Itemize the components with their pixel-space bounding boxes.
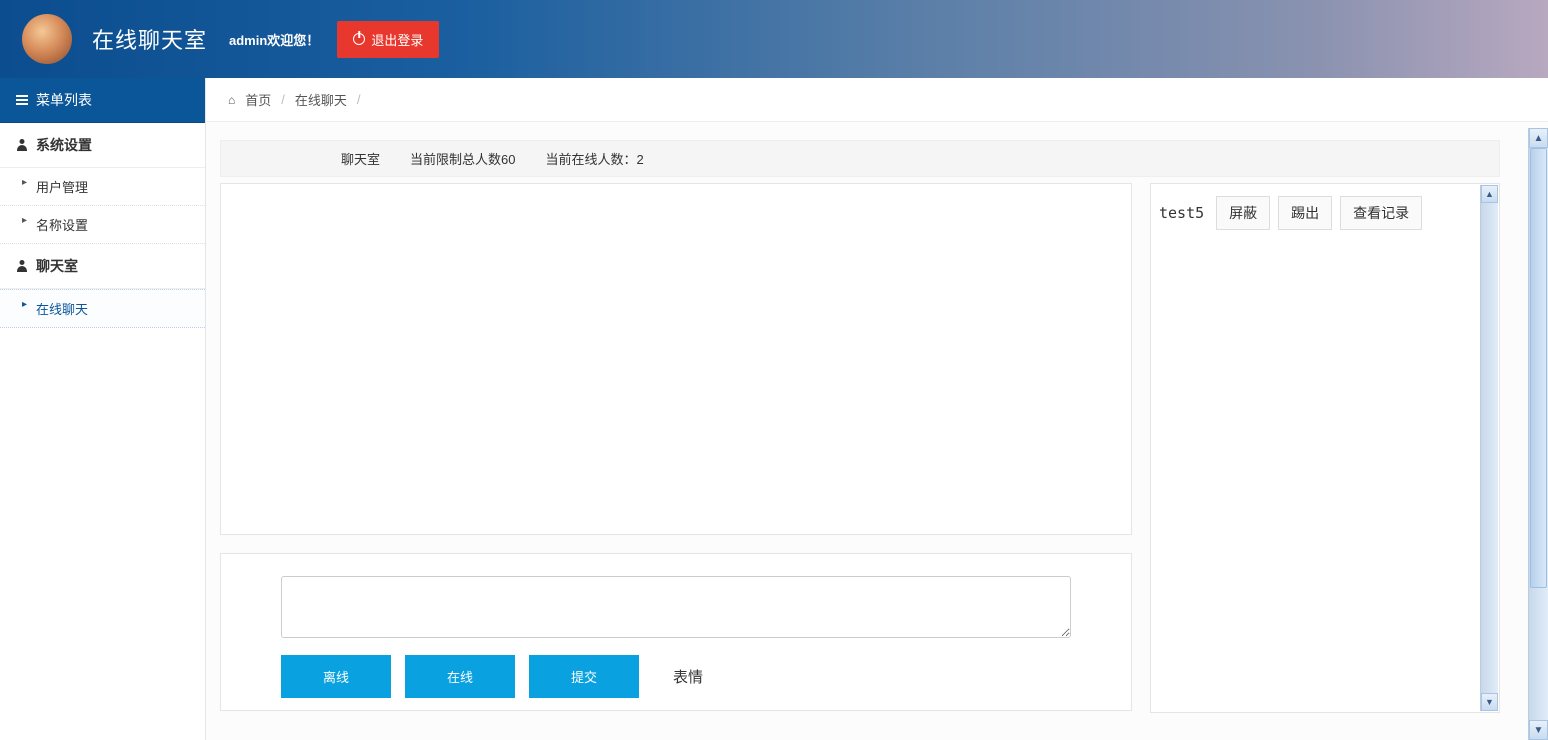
logout-button[interactable]: 退出登录 [337, 21, 439, 58]
kick-button[interactable]: 踢出 [1278, 196, 1332, 230]
chat-message-area [220, 183, 1132, 535]
scroll-down-icon[interactable]: ▼ [1529, 720, 1548, 740]
menu-item-label: 在线聊天 [36, 302, 88, 317]
power-icon [353, 33, 365, 45]
submit-button[interactable]: 提交 [529, 655, 639, 698]
block-button[interactable]: 屏蔽 [1216, 196, 1270, 230]
emoji-button[interactable]: 表情 [673, 666, 703, 687]
menu-section-label: 聊天室 [36, 256, 78, 276]
menu-section-chatroom[interactable]: 聊天室 [0, 244, 205, 289]
avatar [22, 14, 72, 64]
online-button[interactable]: 在线 [405, 655, 515, 698]
sidebar-header-label: 菜单列表 [36, 90, 92, 110]
sidebar-header: 菜单列表 [0, 78, 205, 123]
scroll-down-icon[interactable]: ▼ [1481, 693, 1498, 711]
logout-label: 退出登录 [371, 30, 423, 49]
menu-item-label: 用户管理 [36, 180, 88, 195]
breadcrumb-separator: / [281, 92, 285, 107]
breadcrumb-home[interactable]: 首页 [245, 90, 271, 109]
view-log-button[interactable]: 查看记录 [1340, 196, 1422, 230]
menu-item-user-management[interactable]: 用户管理 [0, 168, 205, 206]
menu-item-online-chat[interactable]: 在线聊天 [0, 289, 205, 328]
outer-scrollbar[interactable]: ▲ ▼ [1528, 128, 1548, 740]
user-row: test5 屏蔽 踢出 查看记录 [1151, 192, 1499, 234]
breadcrumb-current: 在线聊天 [295, 90, 347, 109]
breadcrumb-separator: / [357, 92, 361, 107]
app-title: 在线聊天室 [92, 23, 207, 55]
app-header: 在线聊天室 admin欢迎您！ 退出登录 [0, 0, 1548, 78]
welcome-text: admin欢迎您！ [229, 30, 319, 49]
user-icon [16, 139, 28, 151]
chat-room-label: 聊天室 [341, 149, 380, 168]
menu-item-label: 名称设置 [36, 218, 88, 233]
chat-textarea[interactable] [281, 576, 1071, 638]
offline-button[interactable]: 离线 [281, 655, 391, 698]
menu-item-name-settings[interactable]: 名称设置 [0, 206, 205, 244]
chat-online-label: 当前在线人数：2 [545, 149, 643, 168]
inner-scrollbar[interactable]: ▲ ▼ [1480, 185, 1498, 711]
user-name: test5 [1159, 204, 1204, 222]
scroll-up-icon[interactable]: ▲ [1529, 128, 1548, 148]
list-icon [16, 95, 28, 105]
main-content: ⌂ 首页 / 在线聊天 / 聊天室 当前限制总人数60 当前在线人数：2 离线 [206, 78, 1548, 740]
chat-limit-label: 当前限制总人数60 [410, 149, 515, 168]
scroll-thumb[interactable] [1530, 148, 1547, 588]
home-icon: ⌂ [228, 93, 235, 107]
menu-section-system[interactable]: 系统设置 [0, 123, 205, 168]
scroll-up-icon[interactable]: ▲ [1481, 185, 1498, 203]
chat-input-panel: 离线 在线 提交 表情 [220, 553, 1132, 711]
breadcrumb: ⌂ 首页 / 在线聊天 / [206, 78, 1548, 122]
chat-status-bar: 聊天室 当前限制总人数60 当前在线人数：2 [220, 140, 1500, 177]
sidebar: 菜单列表 系统设置 用户管理 名称设置 聊天室 在线聊天 [0, 78, 206, 740]
online-users-panel: test5 屏蔽 踢出 查看记录 ▲ ▼ [1150, 183, 1500, 713]
user-icon [16, 260, 28, 272]
menu-section-label: 系统设置 [36, 135, 92, 155]
